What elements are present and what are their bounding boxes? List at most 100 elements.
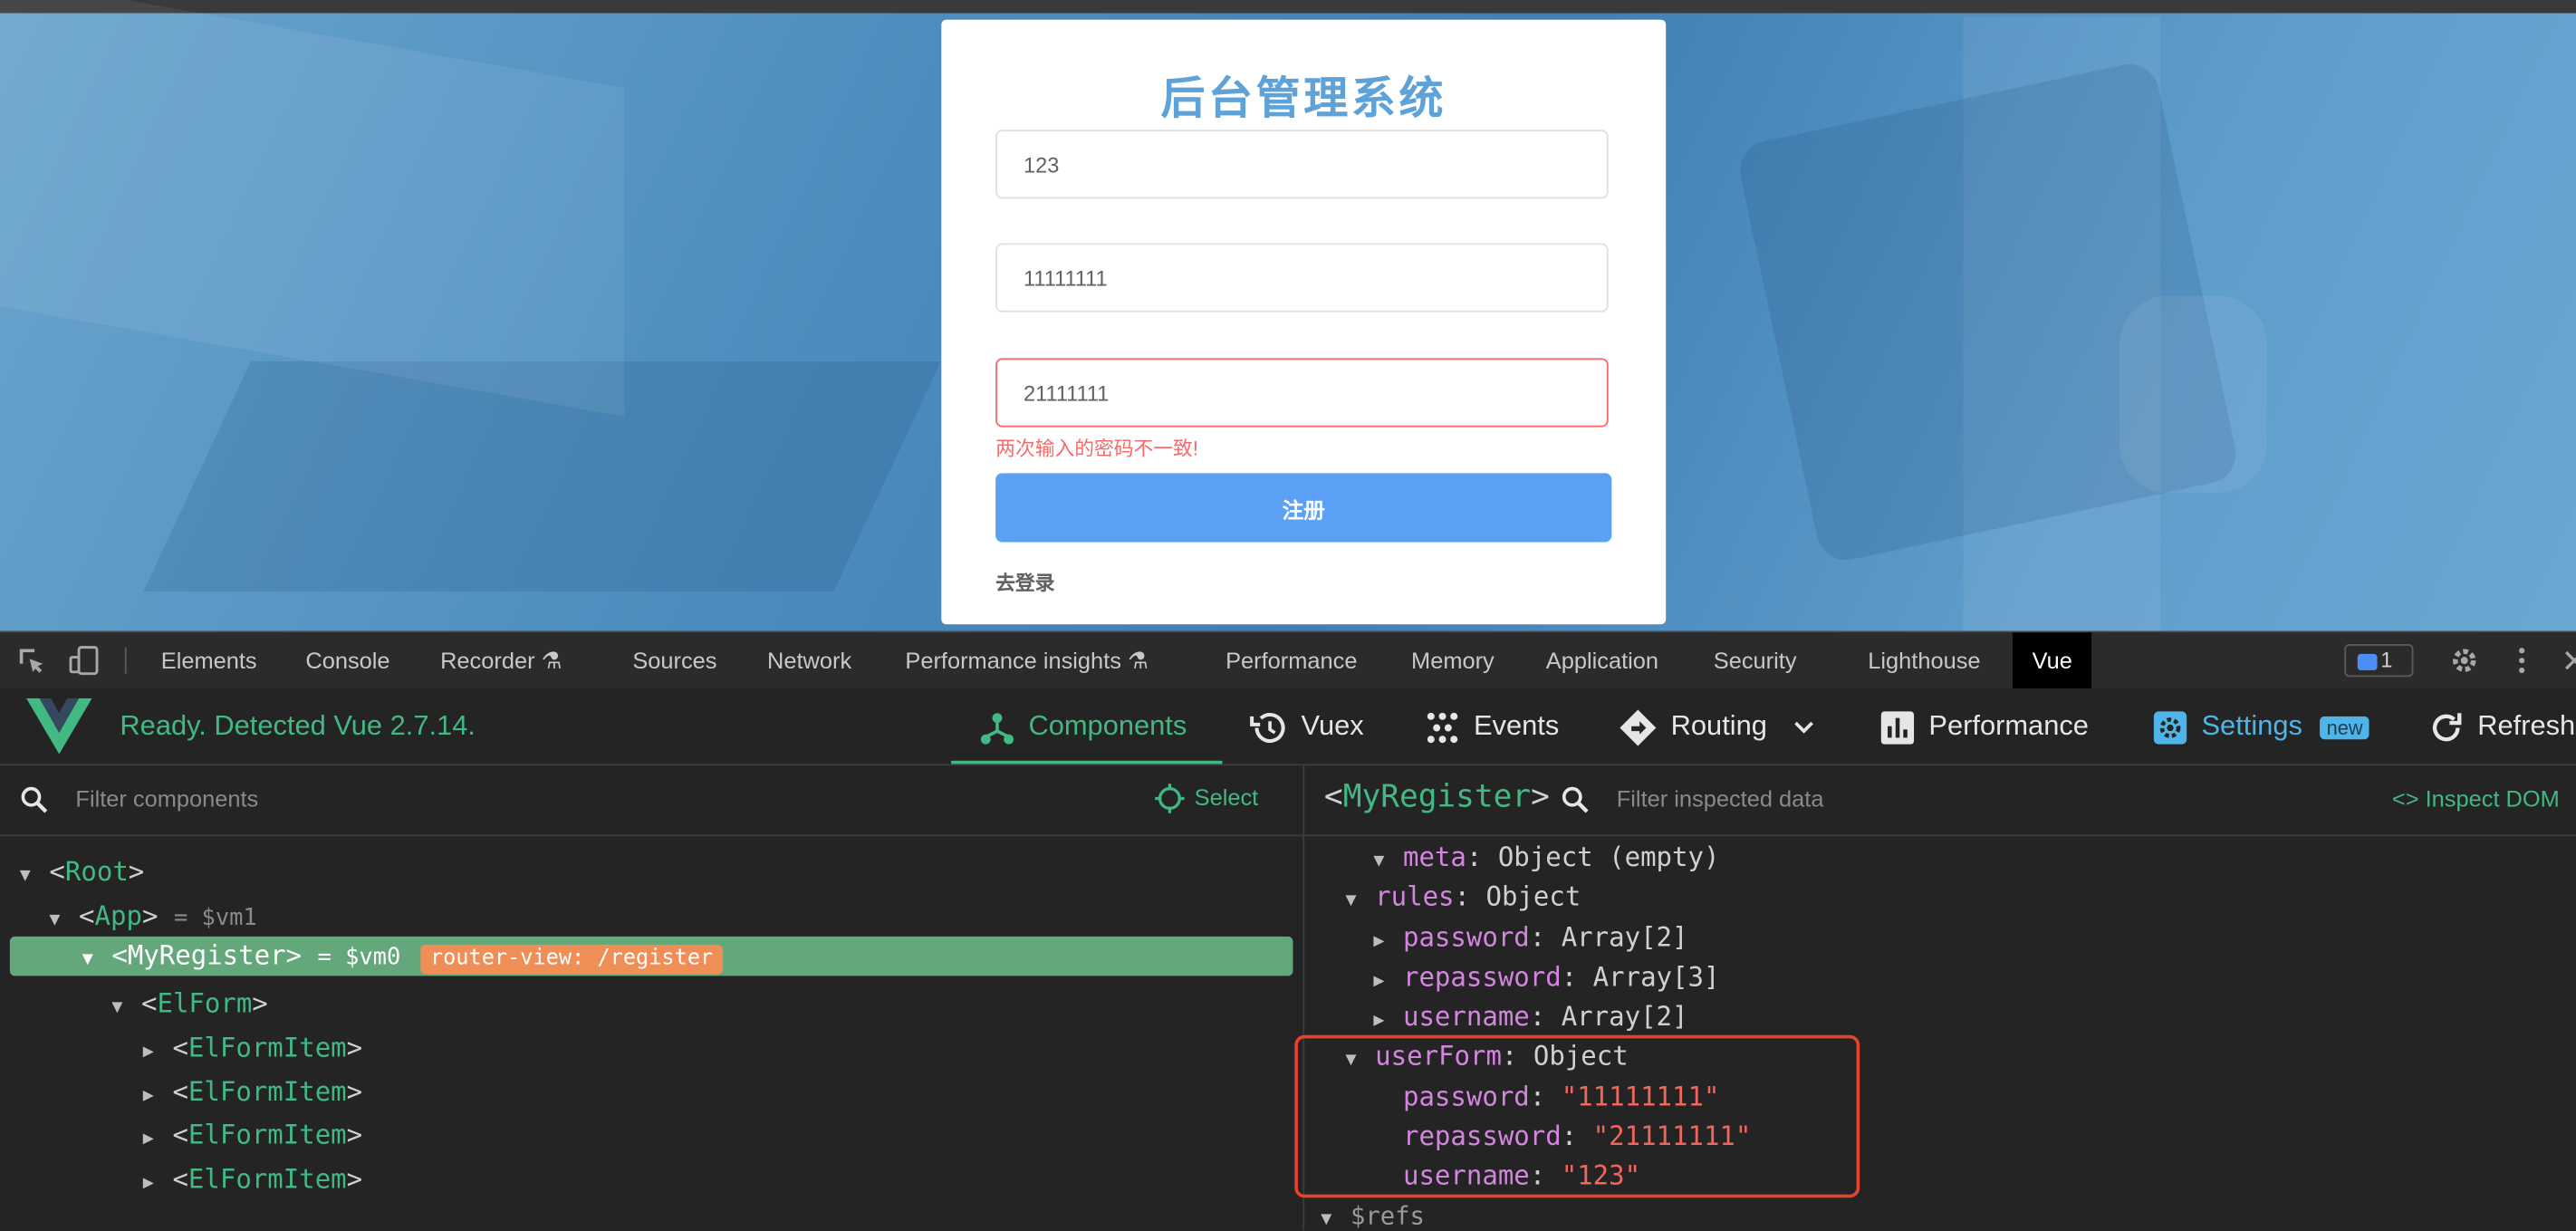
vue-tab-settings[interactable]: Settings new	[2152, 688, 2369, 764]
tree-node-label: Root	[64, 855, 129, 888]
password-input[interactable]	[996, 245, 1607, 311]
chevron-down-icon	[1794, 720, 1814, 733]
tree-node-myregister[interactable]: ▼ <MyRegister> = $vm0 router-view: /regist…	[9, 936, 1293, 976]
inspected-component-name: <MyRegister>	[1323, 778, 1550, 815]
vue-tab-routing-label: Routing	[1670, 709, 1767, 742]
prop-rules-repassword[interactable]: ▶ repassword: Array[3]	[1373, 957, 1719, 997]
prop-value: Array[2]	[1561, 921, 1688, 954]
device-toolbar-icon[interactable]	[69, 646, 99, 676]
prop-key: meta	[1402, 841, 1466, 873]
register-card: 后台管理系统 两次输入的密码不一致! 注册 去登录	[941, 19, 1667, 625]
tree-node-elformitem[interactable]: ▶ <ElFormItem>	[143, 1072, 362, 1112]
devtools-tab-bar: Elements Console Recorder ⚗ Sources Netw…	[0, 632, 2576, 690]
events-icon	[1427, 711, 1458, 743]
tree-node-label: ElFormItem	[187, 1119, 347, 1150]
tree-node-elformitem[interactable]: ▶ <ElFormItem>	[143, 1160, 362, 1200]
vue-tab-vuex-label: Vuex	[1301, 709, 1364, 742]
tree-node-root[interactable]: ▼ <Root>	[20, 852, 145, 892]
vue-tab-vuex[interactable]: Vuex	[1248, 688, 1364, 764]
tab-recorder[interactable]: Recorder ⚗	[440, 632, 562, 688]
search-icon	[20, 785, 50, 823]
username-input[interactable]	[996, 131, 1607, 197]
tree-node-label: ElFormItem	[187, 1076, 347, 1108]
register-button[interactable]: 注册	[995, 473, 1612, 543]
prop-rules-username[interactable]: ▶ username: Array[2]	[1373, 997, 1687, 1037]
repassword-error-message: 两次输入的密码不一致!	[995, 437, 1198, 460]
history-icon	[1250, 712, 1285, 743]
goto-login-link[interactable]: 去登录	[995, 569, 1054, 597]
tree-node-label: ElForm	[157, 987, 253, 1019]
prop-refs[interactable]: ▼ $refs	[1321, 1196, 1425, 1231]
tab-recorder-label: Recorder	[440, 647, 535, 674]
app-title: 后台管理系统	[1160, 73, 1447, 125]
browser-top-edge	[0, 0, 2576, 14]
select-label: Select	[1194, 784, 1259, 811]
tabbar-divider	[124, 647, 127, 674]
prop-rules-password[interactable]: ▶ password: Array[2]	[1373, 918, 1687, 958]
vue-tab-components[interactable]: Components	[951, 688, 1223, 765]
vue-tab-performance[interactable]: Performance	[1879, 688, 2089, 764]
select-component-button[interactable]: Select	[1155, 784, 1259, 814]
components-filter-bar: Filter components Select	[0, 764, 1303, 837]
prop-value: Array[2]	[1561, 1000, 1688, 1033]
vue-tab-refresh-label: Refresh	[2477, 709, 2576, 742]
tree-node-app[interactable]: ▼ <App> = $vm1	[49, 897, 256, 937]
close-icon[interactable]	[2560, 646, 2576, 676]
password-field[interactable]	[995, 243, 1609, 313]
vue-tab-events[interactable]: Events	[1425, 688, 1559, 764]
filter-inspected-data-input[interactable]: Filter inspected data	[1617, 785, 1824, 812]
tab-network[interactable]: Network	[767, 632, 851, 688]
routing-icon	[1620, 708, 1657, 745]
prop-rules[interactable]: ▼ rules: Object	[1346, 878, 1581, 918]
inspect-dom-label: Inspect DOM	[2425, 784, 2560, 813]
vue-tab-refresh[interactable]: Refresh	[2428, 688, 2575, 764]
vm-ref: = $vm1	[173, 905, 257, 932]
vue-tab-performance-label: Performance	[1928, 709, 2089, 742]
tab-application[interactable]: Application	[1546, 632, 1658, 688]
tree-node-label: ElFormItem	[187, 1163, 347, 1195]
tab-lighthouse[interactable]: Lighthouse	[1868, 632, 1980, 688]
prop-key: rules	[1375, 880, 1455, 912]
inspector-filter-bar: <MyRegister> Filter inspected data <> In…	[1304, 764, 2576, 837]
tab-performance[interactable]: Performance	[1226, 632, 1357, 688]
tree-node-elform[interactable]: ▼ <ElForm>	[111, 984, 267, 1024]
vue-tab-routing[interactable]: Routing	[1619, 688, 1831, 764]
prop-value: Object	[1485, 880, 1581, 912]
tree-node-label: MyRegister	[127, 939, 286, 971]
vm-ref: = $vm0	[317, 944, 401, 971]
repassword-field[interactable]	[995, 358, 1609, 428]
message-icon	[2357, 653, 2378, 670]
prop-value: Array[3]	[1592, 961, 1720, 993]
search-icon	[1561, 785, 1591, 823]
tree-node-elformitem[interactable]: ▶ <ElFormItem>	[143, 1028, 362, 1068]
username-field[interactable]	[995, 130, 1609, 199]
tab-security[interactable]: Security	[1714, 632, 1797, 688]
settings-icon	[2153, 710, 2187, 744]
tab-performance-insights[interactable]: Performance insights ⚗	[905, 632, 1148, 688]
tab-elements[interactable]: Elements	[161, 632, 257, 688]
more-options-icon[interactable]	[2507, 646, 2537, 676]
inspect-element-icon[interactable]	[16, 646, 46, 676]
prop-key: repassword	[1402, 961, 1562, 993]
tree-node-elformitem[interactable]: ▶ <ElFormItem>	[143, 1116, 362, 1156]
vue-logo-icon	[26, 697, 92, 763]
tab-console[interactable]: Console	[305, 632, 389, 688]
vue-tab-components-label: Components	[1028, 709, 1187, 742]
prop-key: $refs	[1350, 1200, 1425, 1231]
browser-viewport: 后台管理系统 两次输入的密码不一致! 注册 去登录	[0, 0, 2576, 631]
inspected-component-label: MyRegister	[1342, 778, 1532, 815]
vue-tab-settings-label: Settings	[2201, 709, 2302, 742]
inspect-dom-button[interactable]: <> Inspect DOM	[2392, 785, 2560, 812]
new-badge: new	[2320, 715, 2369, 739]
repassword-input[interactable]	[996, 360, 1607, 426]
issues-counter[interactable]: 1	[2344, 644, 2414, 678]
prop-meta[interactable]: ▼ meta: Object (empty)	[1373, 838, 1719, 878]
gear-icon[interactable]	[2449, 646, 2479, 676]
components-pane: Filter components Select ▼ <Root> ▼ <App> …	[0, 764, 1305, 1231]
filter-components-input[interactable]: Filter components	[75, 785, 258, 812]
tab-vue[interactable]: Vue	[2012, 632, 2092, 688]
screenshot-root: 后台管理系统 两次输入的密码不一致! 注册 去登录 Elem	[0, 0, 2576, 1231]
tab-memory[interactable]: Memory	[1411, 632, 1495, 688]
tab-sources[interactable]: Sources	[632, 632, 716, 688]
background-decor	[0, 0, 625, 417]
